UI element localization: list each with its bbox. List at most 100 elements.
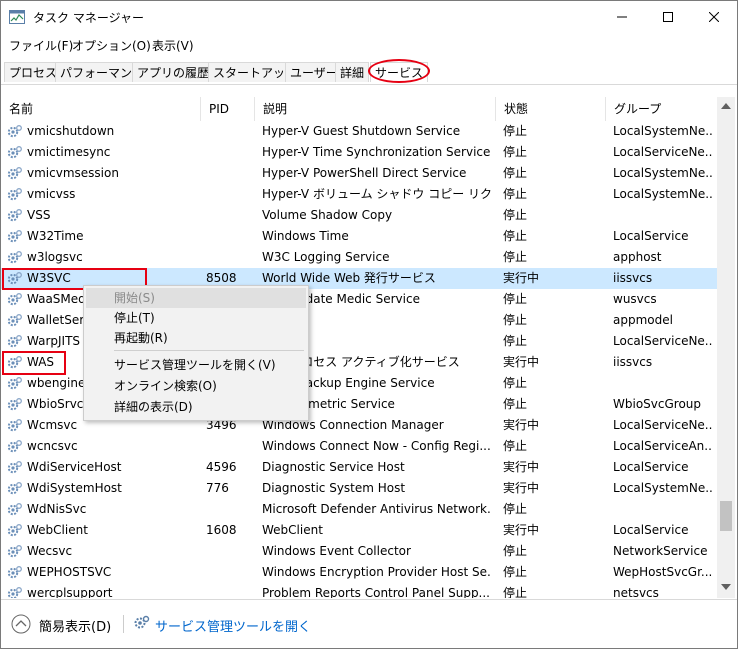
service-status: 停止: [503, 250, 528, 264]
service-pid: [206, 436, 251, 457]
service-name: WdNisSvc: [27, 502, 87, 516]
column-name[interactable]: 名前: [1, 97, 201, 121]
service-status: 実行中: [503, 355, 540, 369]
service-name: vmicvmsession: [27, 166, 119, 180]
service-name: wercplsupport: [27, 586, 113, 598]
table-row[interactable]: Wecsvc Windows Event Collector 停止 NetworkSe…: [1, 541, 717, 562]
service-group: LocalService: [613, 460, 689, 474]
service-name: WebClient: [27, 523, 88, 537]
service-group: LocalServiceNe...: [613, 145, 713, 159]
menu-search-online[interactable]: オンライン検索(O): [114, 376, 217, 396]
service-group: LocalSystemNe...: [613, 481, 713, 495]
service-status: 停止: [503, 187, 528, 201]
table-row[interactable]: w3logsvc W3C Logging Service 停止 apphost: [1, 247, 717, 268]
close-icon: [709, 12, 719, 22]
service-status: 停止: [503, 208, 528, 222]
task-manager-icon: [9, 10, 25, 24]
table-row[interactable]: vmicvmsession Hyper-V PowerShell Direct S…: [1, 163, 717, 184]
column-group[interactable]: グループ: [606, 97, 717, 121]
footer-bar: 簡易表示(D) サービス管理ツールを開く: [1, 599, 737, 648]
service-gear-icon: [7, 335, 22, 348]
service-name: W32Time: [27, 229, 84, 243]
menu-restart[interactable]: 再起動(R): [114, 328, 168, 348]
table-row[interactable]: W32Time Windows Time 停止 LocalService: [1, 226, 717, 247]
close-button[interactable]: [691, 1, 737, 33]
tab-services[interactable]: サービス: [370, 62, 429, 82]
scroll-down-icon[interactable]: [721, 584, 731, 590]
service-gear-icon: [7, 230, 22, 243]
service-group: [613, 205, 713, 226]
table-row[interactable]: WEPHOSTSVC Windows Encryption Provider Ho…: [1, 562, 717, 583]
menu-start[interactable]: 開始(S): [114, 288, 155, 308]
service-status: 停止: [503, 292, 528, 306]
maximize-button[interactable]: [645, 1, 691, 33]
service-pid: [206, 226, 251, 247]
menu-file[interactable]: ファイル(F): [9, 37, 73, 54]
service-pid: 1608: [206, 523, 237, 537]
open-services-link[interactable]: サービス管理ツールを開く: [155, 616, 311, 635]
table-row[interactable]: WdiServiceHost 4596 Diagnostic Service Hos…: [1, 457, 717, 478]
service-pid: [206, 142, 251, 163]
menu-stop[interactable]: 停止(T): [114, 308, 155, 328]
service-desc: Diagnostic System Host: [262, 481, 406, 495]
service-status: 停止: [503, 502, 528, 516]
service-name: Wecsvc: [27, 544, 73, 558]
menu-options[interactable]: オプション(O): [72, 37, 151, 54]
table-row[interactable]: vmicshutdown Hyper-V Guest Shutdown Servi…: [1, 121, 717, 142]
service-status: 実行中: [503, 460, 540, 474]
tab-details[interactable]: 詳細: [335, 62, 370, 82]
table-row[interactable]: WdiSystemHost 776 Diagnostic System Host 実行…: [1, 478, 717, 499]
fewer-details-link[interactable]: 簡易表示(D): [39, 616, 111, 635]
window-title: タスク マネージャー: [33, 11, 144, 25]
service-gear-icon: [7, 251, 22, 264]
tab-processes[interactable]: プロセス: [4, 62, 63, 82]
service-desc: Microsoft Defender Antivirus Network...: [262, 502, 492, 516]
service-group: [613, 499, 713, 520]
service-gear-icon: [7, 524, 22, 537]
service-status: 停止: [503, 565, 528, 579]
table-row[interactable]: VSS Volume Shadow Copy 停止: [1, 205, 717, 226]
table-row[interactable]: WebClient 1608 WebClient 実行中 LocalService: [1, 520, 717, 541]
service-desc: WebClient: [262, 523, 323, 537]
service-group: WepHostSvcGr...: [613, 565, 713, 579]
minimize-button[interactable]: [599, 1, 645, 33]
service-group: wusvcs: [613, 292, 657, 306]
service-status: 停止: [503, 229, 528, 243]
service-name: WdiServiceHost: [27, 460, 122, 474]
context-menu: 開始(S) 停止(T) 再起動(R) サービス管理ツールを開く(V) オンライン…: [83, 285, 309, 421]
tab-app-history[interactable]: アプリの履歴: [132, 62, 215, 82]
scroll-up-icon[interactable]: [721, 103, 731, 109]
service-gear-icon: [7, 545, 22, 558]
service-group: LocalSystemNe...: [613, 166, 713, 180]
service-gear-icon: [7, 398, 22, 411]
table-row[interactable]: wcncsvc Windows Connect Now - Config Regi…: [1, 436, 717, 457]
column-description[interactable]: 説明: [255, 97, 496, 121]
service-group: LocalSystemNe...: [613, 187, 713, 201]
service-group: apphost: [613, 250, 662, 264]
service-gear-icon: [7, 566, 22, 579]
vertical-scrollbar[interactable]: [717, 97, 735, 598]
service-name: vmicvss: [27, 187, 76, 201]
service-pid: [206, 499, 251, 520]
table-row[interactable]: vmicvss Hyper-V ボリューム シャドウ コピー リクエス... 停止 L…: [1, 184, 717, 205]
service-status: 停止: [503, 544, 528, 558]
service-desc: Problem Reports Control Panel Supp...: [262, 586, 490, 598]
table-row[interactable]: wercplsupport Problem Reports Control Pan…: [1, 583, 717, 598]
column-status[interactable]: 状態: [496, 97, 606, 121]
table-row[interactable]: WdNisSvc Microsoft Defender Antivirus Net…: [1, 499, 717, 520]
chevron-up-circle-icon[interactable]: [11, 614, 31, 634]
service-name: vmictimesync: [27, 145, 111, 159]
menu-separator: [114, 350, 304, 351]
service-desc: Windows Connect Now - Config Regi...: [262, 439, 491, 453]
menu-open-services[interactable]: サービス管理ツールを開く(V): [114, 355, 276, 375]
service-pid: 776: [206, 481, 229, 495]
service-gear-icon: [7, 188, 22, 201]
menu-view[interactable]: 表示(V): [152, 37, 194, 54]
scrollbar-thumb[interactable]: [720, 501, 732, 531]
service-status: 実行中: [503, 481, 540, 495]
column-pid[interactable]: PID: [201, 97, 255, 121]
table-row[interactable]: vmictimesync Hyper-V Time Synchronization…: [1, 142, 717, 163]
menu-go-to-details[interactable]: 詳細の表示(D): [114, 397, 193, 417]
service-status: 実行中: [503, 271, 540, 285]
title-bar[interactable]: タスク マネージャー: [1, 1, 737, 33]
